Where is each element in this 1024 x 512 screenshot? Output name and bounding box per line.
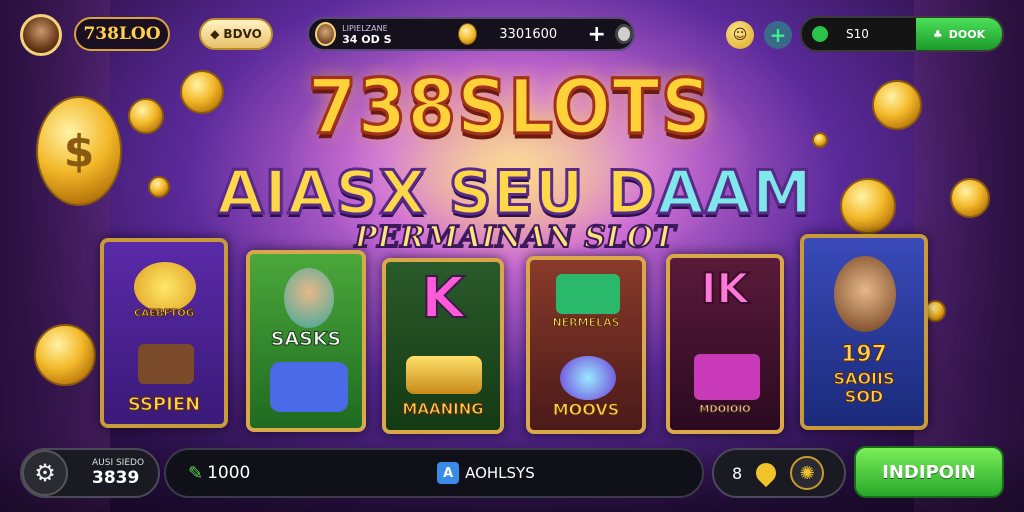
coin-icon <box>180 70 224 114</box>
wallet-amount: S10 <box>846 27 869 41</box>
coin-icon <box>950 178 990 218</box>
game-subtitle: AIASX SEU DAAM <box>170 157 860 230</box>
right-pillar-decoration <box>914 0 1024 512</box>
treasure-chest-icon <box>138 344 194 384</box>
bet-value: 3839 <box>92 468 140 488</box>
card-4-top-label: NERMELAS <box>552 316 620 330</box>
wallet-button-label: DOOK <box>948 27 986 41</box>
plus-icon[interactable]: + <box>764 21 792 49</box>
player-level: 34 OD S <box>342 33 392 46</box>
bet-panel: ⚙ AUSI SIEDO 3839 <box>20 448 160 498</box>
card-3-top-label: K <box>420 265 465 332</box>
balance-value: 3301600 <box>499 26 558 42</box>
left-pillar-decoration <box>0 0 110 512</box>
subtitle-part-2: AAM <box>656 157 814 230</box>
win-value: 1000 <box>207 463 251 483</box>
card-1-bottom-label: SSPIEN <box>127 394 201 416</box>
coin-icon <box>458 23 478 45</box>
pink-crystal-icon <box>694 354 760 400</box>
bet-label: AUSI SIEDO <box>92 458 145 468</box>
lines-panel: 8 ✺ <box>712 448 846 498</box>
diamond-icon: ◆ <box>210 27 220 41</box>
player-info: LIPIELZANE 34 OD S <box>342 23 414 45</box>
mini-avatar-icon <box>315 22 337 46</box>
game-lobby: $ 738LOO ◆ BDVO LIPIELZANE 34 OD S 33016… <box>0 0 1024 512</box>
big-dollar-coin-icon: $ <box>36 96 122 206</box>
leaf-icon: ♣ <box>932 27 943 41</box>
coin-icon <box>128 98 164 134</box>
slot-card-1[interactable]: CAEBFTOG SSPIEN <box>100 238 228 428</box>
coin-icon <box>148 176 170 198</box>
card-2-top-label: SASKS <box>270 328 342 351</box>
coin-icon <box>872 80 922 130</box>
character-icon <box>284 268 334 328</box>
card-1-top-label: CAEBFTOG <box>134 308 195 320</box>
brand-badge: 738LOO <box>74 17 170 51</box>
auto-spin-button[interactable]: AOHLSYS <box>465 464 535 482</box>
slot-card-2[interactable]: SASKS <box>246 250 366 432</box>
gem-pile-icon <box>134 262 196 312</box>
slot-card-6[interactable]: 197 SAOIIS SOD <box>800 234 928 430</box>
player-balance-bar: LIPIELZANE 34 OD S 3301600 + <box>307 17 635 51</box>
coin-icon <box>812 132 828 148</box>
queen-icon <box>834 256 896 332</box>
add-funds-button[interactable]: + <box>586 22 607 47</box>
spin-button[interactable]: INDIPOIN <box>854 446 1004 498</box>
slot-card-5[interactable]: IK MDOIOIO <box>666 254 784 434</box>
green-gem-icon <box>556 274 620 314</box>
gold-bar-icon <box>406 356 482 394</box>
game-title: 738SLOTS <box>306 61 713 153</box>
wallet-button[interactable]: ♣ DOOK <box>916 18 1002 50</box>
auto-spin-icon: A <box>437 462 460 484</box>
wallet-bar: S10 ♣ DOOK <box>800 16 1004 52</box>
leaf-icon: ✎ <box>188 462 204 484</box>
gear-icon[interactable] <box>615 24 633 44</box>
slot-card-3[interactable]: K MAANING <box>382 258 504 434</box>
key-icon <box>812 26 828 42</box>
card-5-top-label: IK <box>700 263 750 314</box>
gear-icon[interactable]: ✺ <box>790 456 825 490</box>
player-avatar[interactable] <box>20 14 62 56</box>
card-6-top-label: 197 <box>841 342 888 368</box>
slot-card-4[interactable]: NERMELAS MOOVS <box>526 256 646 434</box>
subtitle-part-1: AIASX SEU D <box>216 157 658 230</box>
pin-icon[interactable] <box>752 458 781 488</box>
bdvo-button[interactable]: ◆ BDVO <box>199 18 273 50</box>
bdvo-label: BDVO <box>223 27 262 41</box>
smile-icon[interactable]: ☺ <box>726 21 754 49</box>
card-5-bottom-label: MDOIOIO <box>699 404 751 416</box>
coin-icon <box>34 324 96 386</box>
card-3-bottom-label: MAANING <box>402 400 484 419</box>
crystal-orb-icon <box>560 356 616 400</box>
info-bar: ✎ 1000 A AOHLSYS <box>164 448 704 498</box>
game-tagline: PERMAINAN SLOT <box>354 219 677 256</box>
card-4-bottom-label: MOOVS <box>552 400 620 420</box>
lines-value: 8 <box>732 463 743 483</box>
cape-icon <box>270 362 348 412</box>
settings-gear-button[interactable]: ⚙ <box>22 450 68 496</box>
card-6-bottom-label: SAOIIS SOD <box>833 369 895 406</box>
